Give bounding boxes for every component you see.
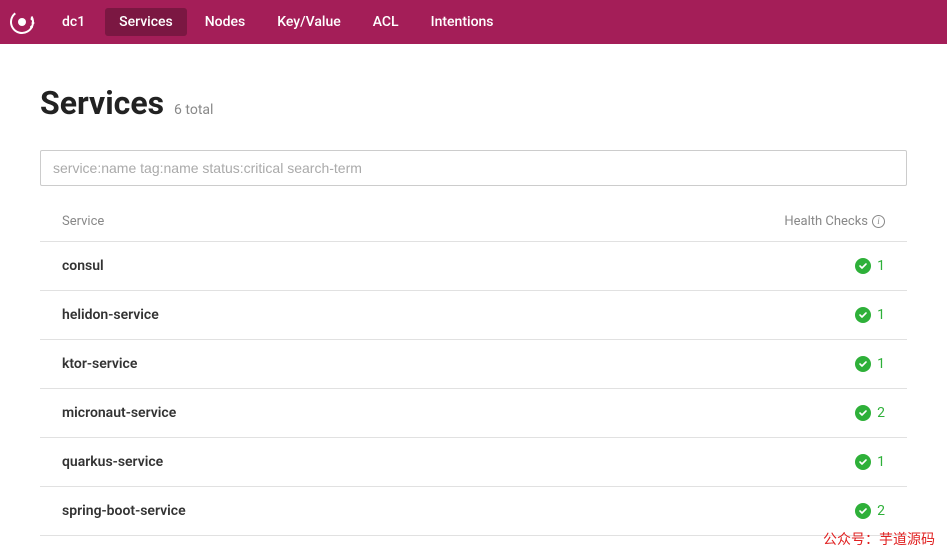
page-header: Services 6 total (40, 84, 907, 122)
health-checks: 1 (855, 356, 885, 372)
nav-item-services[interactable]: Services (105, 8, 187, 36)
health-checks: 2 (855, 405, 885, 421)
page-subtitle: 6 total (174, 102, 213, 118)
health-checks: 2 (855, 503, 885, 519)
service-name: ktor-service (62, 356, 137, 372)
top-nav: dc1 ServicesNodesKey/ValueACLIntentions (0, 0, 947, 44)
check-passing-icon (855, 258, 871, 274)
health-count: 1 (877, 307, 885, 323)
check-passing-icon (855, 454, 871, 470)
consul-logo-icon (8, 8, 36, 36)
service-row[interactable]: helidon-service 1 (40, 291, 907, 340)
health-checks: 1 (855, 258, 885, 274)
service-row[interactable]: ktor-service 1 (40, 340, 907, 389)
search-input[interactable] (40, 150, 907, 186)
nav-item-intentions[interactable]: Intentions (417, 8, 508, 36)
health-count: 1 (877, 356, 885, 372)
health-checks: 1 (855, 307, 885, 323)
service-list: consul 1 helidon-service 1 ktor-service 1 micr… (40, 241, 907, 536)
nav-item-nodes[interactable]: Nodes (191, 8, 259, 36)
service-name: quarkus-service (62, 454, 163, 470)
health-checks: 1 (855, 454, 885, 470)
datacenter-selector[interactable]: dc1 (48, 8, 99, 36)
check-passing-icon (855, 405, 871, 421)
info-icon[interactable]: i (872, 215, 885, 228)
service-row[interactable]: micronaut-service 2 (40, 389, 907, 438)
service-row[interactable]: spring-boot-service 2 (40, 487, 907, 536)
health-count: 1 (877, 454, 885, 470)
service-row[interactable]: quarkus-service 1 (40, 438, 907, 487)
health-count: 2 (877, 405, 885, 421)
page-content: Services 6 total Service Health Checks i… (0, 44, 947, 536)
service-name: spring-boot-service (62, 503, 186, 519)
service-row[interactable]: consul 1 (40, 242, 907, 291)
health-count: 2 (877, 503, 885, 519)
health-count: 1 (877, 258, 885, 274)
service-name: consul (62, 258, 104, 274)
watermark-text: 公众号：芋道源码 (823, 529, 935, 549)
nav-item-key-value[interactable]: Key/Value (263, 8, 355, 36)
col-health-label: Health Checks (784, 214, 868, 229)
service-name: helidon-service (62, 307, 159, 323)
table-header: Service Health Checks i (40, 214, 907, 241)
nav-item-acl[interactable]: ACL (359, 8, 413, 36)
page-title: Services (40, 84, 164, 122)
col-service-label: Service (62, 214, 104, 229)
check-passing-icon (855, 307, 871, 323)
check-passing-icon (855, 356, 871, 372)
check-passing-icon (855, 503, 871, 519)
service-name: micronaut-service (62, 405, 176, 421)
